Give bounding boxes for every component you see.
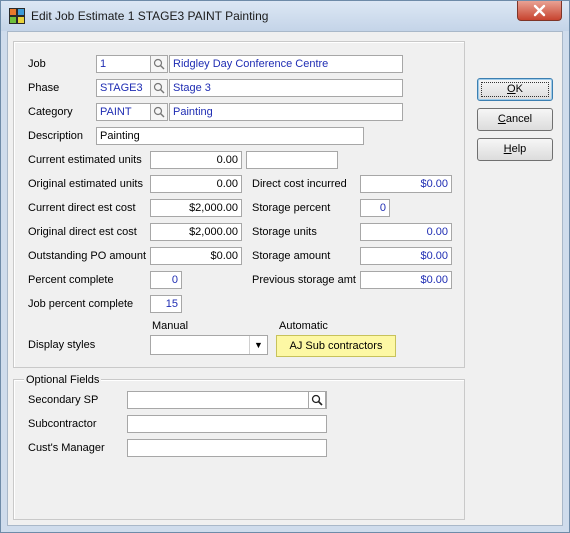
close-button[interactable] xyxy=(517,1,562,21)
subcontractor-label: Subcontractor xyxy=(28,418,97,430)
secondary-sp-lookup-button[interactable] xyxy=(308,391,326,409)
app-icon xyxy=(9,8,25,24)
cancel-label-access-key: C xyxy=(497,113,506,125)
secondary-sp-input[interactable] xyxy=(127,391,327,409)
display-style-automatic-button[interactable]: AJ Sub contractors xyxy=(276,335,396,357)
storage-units-label: Storage units xyxy=(252,226,317,238)
storage-units-input[interactable]: 0.00 xyxy=(360,223,452,241)
optional-fields-title: Optional Fields xyxy=(24,374,102,386)
current-direct-est-cost-input[interactable]: $2,000.00 xyxy=(150,199,242,217)
percent-complete-input[interactable]: 0 xyxy=(150,271,182,289)
close-icon xyxy=(533,4,546,17)
original-estimated-units-input[interactable]: 0.00 xyxy=(150,175,242,193)
window-title: Edit Job Estimate 1 STAGE3 PAINT Paintin… xyxy=(31,9,269,23)
current-direct-est-cost-label: Current direct est cost xyxy=(28,202,136,214)
display-styles-label: Display styles xyxy=(28,339,96,351)
previous-storage-amt-label: Previous storage amt xyxy=(252,274,356,286)
original-estimated-units-label: Original estimated units xyxy=(28,178,143,190)
magnifier-icon xyxy=(153,58,165,70)
original-direct-est-cost-label: Original direct est cost xyxy=(28,226,137,238)
category-label: Category xyxy=(28,106,73,118)
current-estimated-units-extra-input[interactable] xyxy=(246,151,338,169)
category-lookup-button[interactable] xyxy=(150,103,168,121)
cancel-button[interactable]: Cancel xyxy=(477,108,553,131)
category-name-field: Painting xyxy=(169,103,403,121)
percent-complete-label: Percent complete xyxy=(28,274,114,286)
storage-percent-label: Storage percent xyxy=(252,202,331,214)
job-name-field: Ridgley Day Conference Centre xyxy=(169,55,403,73)
phase-lookup-button[interactable] xyxy=(150,79,168,97)
help-button[interactable]: Help xyxy=(477,138,553,161)
cancel-label-rest: ancel xyxy=(505,113,533,125)
subcontractor-input[interactable] xyxy=(127,415,327,433)
help-label-access-key: H xyxy=(503,143,512,155)
help-label-rest: elp xyxy=(511,143,527,155)
phase-name-field: Stage 3 xyxy=(169,79,403,97)
direct-cost-incurred-label: Direct cost incurred xyxy=(252,178,347,190)
job-percent-complete-field: 15 xyxy=(150,295,182,313)
storage-amount-label: Storage amount xyxy=(252,250,331,262)
storage-amount-input[interactable]: $0.00 xyxy=(360,247,452,265)
job-percent-complete-label: Job percent complete xyxy=(28,298,134,310)
magnifier-icon xyxy=(153,82,165,94)
custs-manager-label: Cust's Manager xyxy=(28,442,105,454)
job-label: Job xyxy=(28,58,46,70)
chevron-down-icon: ▼ xyxy=(249,336,267,354)
direct-cost-incurred-field: $0.00 xyxy=(360,175,452,193)
magnifier-icon xyxy=(311,394,323,406)
previous-storage-amt-field: $0.00 xyxy=(360,271,452,289)
secondary-sp-label: Secondary SP xyxy=(28,394,99,406)
display-style-manual-select[interactable]: ▼ xyxy=(150,335,268,355)
custs-manager-input[interactable] xyxy=(127,439,327,457)
description-label: Description xyxy=(28,130,84,142)
phase-label: Phase xyxy=(28,82,60,94)
dialog-window: Edit Job Estimate 1 STAGE3 PAINT Paintin… xyxy=(0,0,570,533)
outstanding-po-amount-field: $0.00 xyxy=(150,247,242,265)
dialog-body: Job 1 Ridgley Day Conference Centre Phas… xyxy=(7,31,563,526)
automatic-label: Automatic xyxy=(279,320,328,332)
ok-button[interactable]: OK xyxy=(477,78,553,101)
storage-percent-input[interactable]: 0 xyxy=(360,199,390,217)
magnifier-icon xyxy=(153,106,165,118)
current-estimated-units-label: Current estimated units xyxy=(28,154,142,166)
title-bar[interactable]: Edit Job Estimate 1 STAGE3 PAINT Paintin… xyxy=(1,1,569,31)
job-lookup-button[interactable] xyxy=(150,55,168,73)
current-estimated-units-input[interactable]: 0.00 xyxy=(150,151,242,169)
original-direct-est-cost-input[interactable]: $2,000.00 xyxy=(150,223,242,241)
description-input[interactable]: Painting xyxy=(96,127,364,145)
outstanding-po-amount-label: Outstanding PO amount xyxy=(28,250,147,262)
manual-label: Manual xyxy=(152,320,189,332)
focus-rectangle xyxy=(481,82,549,97)
